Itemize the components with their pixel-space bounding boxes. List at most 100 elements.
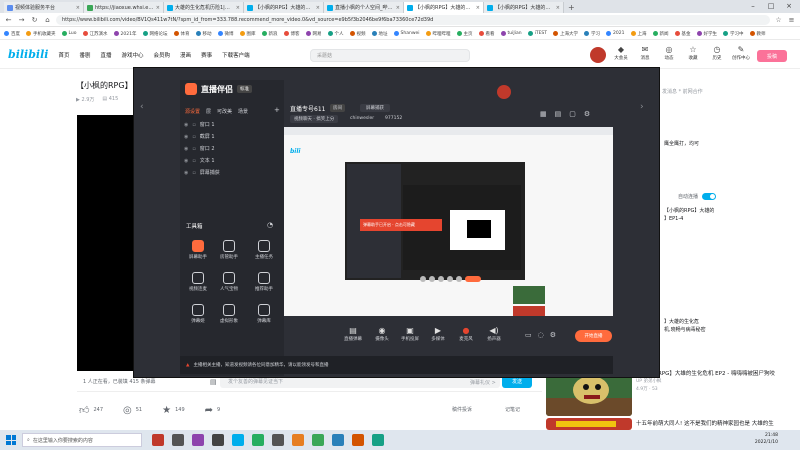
tab-layer[interactable]: 层 [206,108,211,115]
browser-tab[interactable]: 【小枫的RPG】大雄的生化危机× [484,2,564,13]
close-tab-icon[interactable]: × [396,5,400,11]
menu-icon[interactable]: ≡ [787,15,796,24]
browser-tab[interactable]: 视频体验服务平台 × [4,2,84,13]
danmu-toggle-icon[interactable]: ▤ [210,378,217,386]
report-link[interactable]: 稿件投诉 [452,406,472,413]
lock-icon[interactable]: ▫ [192,146,195,152]
scene-item[interactable]: ◉ ▫ 截屏 1 [184,133,215,141]
nav-home[interactable]: 首页 [58,51,69,59]
bookmark-item[interactable]: 视频 [349,31,366,37]
lock-icon[interactable]: ▫ [192,170,195,176]
microphone-tool[interactable]: ● 麦克风 [454,326,478,342]
helper-popup[interactable]: 弹幕助手已开启 · 点击可隐藏 [360,219,442,231]
bookmark-item[interactable]: 基金 [674,31,691,37]
bookmark-item[interactable]: Shanwei [393,31,420,36]
toolbox-toggle-icon[interactable]: ◔ [267,221,273,229]
tool-room-admin[interactable]: 房管助手 [218,240,240,260]
bookmark-item[interactable]: 看看 [478,31,495,37]
lock-icon[interactable]: ▫ [192,122,195,128]
bookmark-item[interactable]: tuiJian [500,31,522,36]
bookmark-item[interactable]: 上海大学 [553,31,578,37]
right-snippet-4[interactable]: 】大雄的生化危 [664,318,699,325]
bookmark-item[interactable]: 微博 [217,31,234,37]
room-category[interactable]: 屏幕捕获 [360,104,390,112]
tab-scene[interactable]: 场景 [238,108,248,115]
scene-item[interactable]: ◉ ▫ 屏幕捕获 [184,169,220,177]
header-favorite-button[interactable]: ☆ 收藏 [682,45,704,61]
bookmark-item[interactable]: 学习 [584,31,600,37]
favorite-button[interactable]: ★ 149 [162,405,185,416]
right-snippet-3[interactable]: 】EP1-4 [664,215,683,222]
header-dynamic-button[interactable]: ◎ 动态 [658,45,680,61]
taskbar-app-icon[interactable] [252,434,264,446]
recommend-author[interactable]: UP 弟弟小枫 [636,378,796,386]
upload-button[interactable]: 投稿 [757,50,787,62]
system-clock[interactable]: 21:48 2022/1/10 [755,432,778,446]
autoplay-toggle[interactable] [702,193,717,200]
browser-tab[interactable]: 【小枫的RPG】大雄的生化危机× [244,2,324,13]
tab-beauty[interactable]: 可改美 [217,108,232,115]
bookmark-item[interactable]: 哔哩哔哩 [425,31,451,37]
close-tab-icon[interactable]: × [236,5,240,11]
bookmark-item[interactable]: 学习中 [723,31,744,37]
bookmark-item[interactable]: 博客 [283,31,300,37]
danmu-rules-link[interactable]: 弹幕礼仪 > [470,379,496,386]
scene-item[interactable]: ◉ ▫ 文本 1 [184,157,215,165]
tool-video-link[interactable]: 视频连麦 [187,272,209,292]
close-tab-icon[interactable]: × [316,5,320,11]
recommend-thumbnail[interactable] [546,418,632,430]
layout-icon[interactable]: ▤ [555,110,562,118]
right-snippet-2[interactable]: 【小枫的RPG】大雄的 [664,207,714,214]
bookmark-item[interactable]: 网络论坛 [142,31,168,37]
tool-danmu-ji[interactable]: 弹幕姬 [187,304,209,324]
bookmark-item[interactable]: Luo [61,31,77,36]
bookmark-item[interactable]: 上海 [630,31,647,37]
like-button[interactable]: 👍︎ 247 [79,404,103,416]
camera-tool[interactable]: ◉ 摄像头 [370,326,394,342]
tool-popularity[interactable]: 人气宝物 [218,272,240,292]
close-tab-icon[interactable]: × [556,5,560,11]
eye-icon[interactable]: ◉ [184,134,188,140]
nav-download[interactable]: 下载客户端 [222,51,250,59]
bookmark-item[interactable]: 新闻 [652,31,669,37]
avatar[interactable] [590,47,606,63]
taskbar-app-icon[interactable] [292,434,304,446]
nav-game[interactable]: 游戏中心 [122,51,144,59]
url-field[interactable]: https://www.bilibili.com/video/BV1Qs411w… [56,14,770,25]
danmu-tool[interactable]: ▤ 直播弹幕 [341,326,365,342]
phone-cast-tool[interactable]: ▣ 手机投屏 [398,326,422,342]
home-icon[interactable]: ⌂ [43,15,52,24]
sync-icon[interactable]: ◌ [538,331,544,339]
nav-mall[interactable]: 会员购 [154,51,171,59]
app-avatar[interactable] [497,85,511,99]
windows-start-icon[interactable] [4,433,18,447]
bookmark-item[interactable]: 主页 [456,31,473,37]
tool-virtual-avatar[interactable]: 虚拟形象 [218,304,240,324]
room-type[interactable]: 视频聊天 · 搞笑上分 [290,115,339,123]
chevron-right-icon[interactable]: › [640,102,644,112]
bookmark-item[interactable]: 个人 [327,31,344,37]
header-creator-button[interactable]: ✎ 创作中心 [730,45,752,61]
bookmark-item[interactable]: 江苏演水 [82,31,108,37]
eye-icon[interactable]: ◉ [184,146,188,152]
reload-icon[interactable]: ↻ [30,15,39,24]
tool-recommend[interactable]: 推荐助手 [253,272,275,292]
taskbar-app-icon[interactable] [312,434,324,446]
header-vip-button[interactable]: ◆ 大会员 [610,45,632,61]
taskbar-app-icon[interactable] [332,434,344,446]
window-icon[interactable]: ▢ [569,110,576,118]
tool-danmu-library[interactable]: 弹幕库 [253,304,275,324]
chevron-left-icon[interactable]: ‹ [140,102,144,112]
taskbar-app-icon[interactable] [372,434,384,446]
taskbar-app-icon[interactable] [212,434,224,446]
recommend-title[interactable]: 十五年前萌大同人! 这不是我们的精神家园也是 大雄的生 [636,420,796,428]
bookmark-item[interactable]: 网易 [305,31,322,37]
browser-tab[interactable]: 直播小枫的个人空间_哔哩哔哩× [324,2,404,13]
header-message-button[interactable]: ✉ 消息 [634,45,656,61]
tool-screen-helper[interactable]: 屏幕助手 [187,240,209,260]
close-tab-icon[interactable]: × [156,5,160,11]
nav-comics[interactable]: 漫画 [180,51,191,59]
close-tab-icon[interactable]: × [76,5,80,11]
bilibili-logo[interactable]: bilibili [8,48,48,61]
nav-live[interactable]: 直播 [101,51,112,59]
